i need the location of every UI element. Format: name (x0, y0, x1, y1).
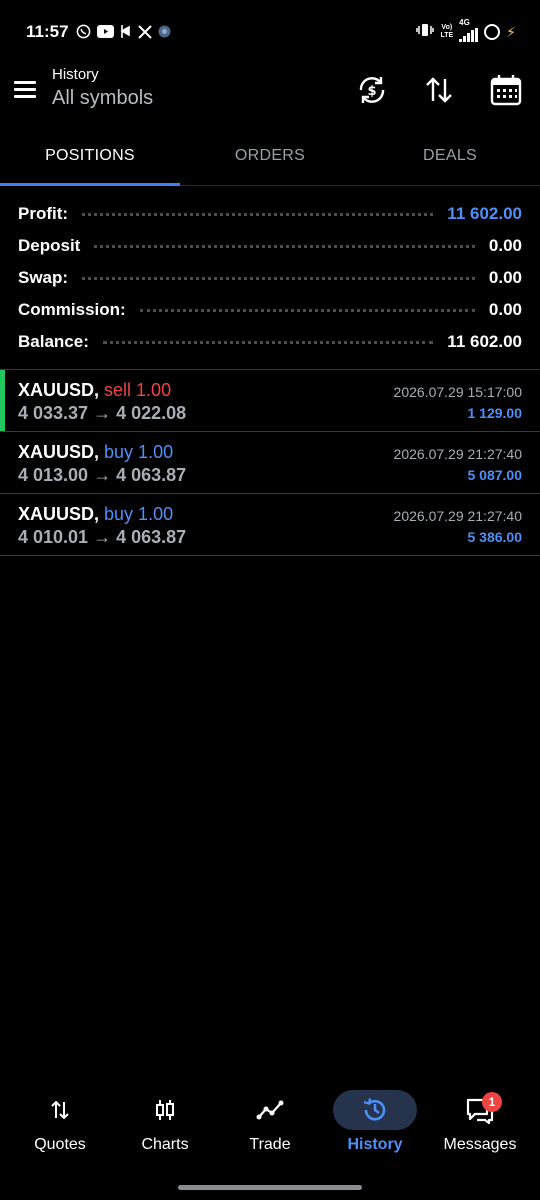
bottom-navigation: Quotes Charts Trade History 1 Messages (0, 1086, 540, 1166)
app-bar: History All symbols $ (0, 64, 540, 120)
nav-history[interactable]: History (321, 1086, 429, 1166)
home-indicator[interactable] (178, 1185, 362, 1190)
nav-trade[interactable]: Trade (216, 1086, 324, 1166)
trend-line-icon (228, 1090, 312, 1130)
status-bar: 11:57 Vo) LTE 4G ⚡ (0, 0, 540, 64)
swap-value: 0.00 (488, 268, 522, 287)
deal-symbol: XAUUSD, (18, 380, 100, 400)
menu-icon[interactable] (12, 76, 40, 104)
status-time: 11:57 (26, 22, 69, 41)
list-item[interactable]: XAUUSD, sell 1.00 4 033.37 → 4 022.08 20… (0, 370, 540, 432)
tab-deals[interactable]: DEALS (360, 128, 540, 186)
deal-side: buy 1.00 (104, 442, 174, 462)
currency-refresh-icon[interactable]: $ (354, 72, 390, 108)
deal-time: 2026.07.29 15:17:00 (393, 384, 522, 400)
candlestick-icon (123, 1090, 207, 1130)
swap-label: Swap: (18, 268, 69, 287)
deal-symbol: XAUUSD, (18, 504, 100, 524)
page-title: History (52, 66, 99, 83)
deal-prices: 4 010.01 → 4 063.87 (18, 527, 187, 547)
messages-badge: 1 (482, 1092, 502, 1112)
commission-value: 0.00 (488, 300, 522, 319)
deal-prices: 4 013.00 → 4 063.87 (18, 465, 187, 485)
list-item[interactable]: XAUUSD, buy 1.00 4 013.00 → 4 063.87 202… (0, 432, 540, 494)
balance-value: 11 602.00 (447, 332, 522, 351)
deposit-label: Deposit (18, 236, 81, 255)
deal-side: sell 1.00 (104, 380, 172, 400)
summary-row-commission: Commission: 0.00 (18, 294, 522, 326)
sort-icon[interactable] (421, 72, 457, 108)
app-small-icon (158, 25, 171, 41)
carrier-label: Vo) LTE (440, 24, 454, 39)
title-block[interactable]: History All symbols (52, 66, 153, 110)
nav-charts[interactable]: Charts (111, 1086, 219, 1166)
deposit-value: 0.00 (488, 236, 522, 255)
tab-bar: POSITIONS ORDERS DEALS (0, 128, 540, 186)
deal-symbol: XAUUSD, (18, 442, 100, 462)
summary-row-balance: Balance: 11 602.00 (18, 326, 522, 358)
tab-positions[interactable]: POSITIONS (0, 128, 180, 186)
tab-orders[interactable]: ORDERS (180, 128, 360, 186)
notification-icons (76, 24, 171, 42)
summary-row-profit: Profit: 11 602.00 (18, 198, 522, 230)
whatsapp-icon (76, 24, 91, 42)
signal-icon: 4G (459, 18, 479, 42)
deal-profit: 5 386.00 (467, 529, 523, 545)
nav-quotes[interactable]: Quotes (6, 1086, 114, 1166)
summary-row-deposit: Deposit 0.00 (18, 230, 522, 262)
tab-indicator (0, 183, 180, 186)
deal-profit: 5 087.00 (467, 467, 523, 483)
account-summary: Profit: 11 602.00 Deposit 0.00 Swap: 0.0… (18, 198, 522, 358)
deal-time: 2026.07.29 21:27:40 (393, 446, 522, 462)
app-icon (120, 24, 132, 42)
x-icon (138, 24, 152, 42)
nav-messages[interactable]: 1 Messages (426, 1086, 534, 1166)
vibrate-icon (416, 23, 435, 42)
profit-value: 11 602.00 (447, 204, 522, 223)
svg-text:$: $ (367, 84, 376, 99)
deal-prices: 4 033.37 → 4 022.08 (18, 403, 187, 423)
system-icons: Vo) LTE 4G ⚡ (416, 18, 516, 42)
deal-profit: 1 129.00 (467, 405, 523, 421)
deal-time: 2026.07.29 21:27:40 (393, 508, 522, 524)
youtube-icon (97, 25, 114, 41)
profit-label: Profit: (18, 204, 69, 223)
positions-list: XAUUSD, sell 1.00 4 033.37 → 4 022.08 20… (0, 369, 540, 556)
battery-ring-icon (484, 24, 501, 40)
deal-side: buy 1.00 (104, 504, 174, 524)
messages-icon (438, 1090, 522, 1130)
calendar-icon[interactable] (488, 72, 524, 108)
quotes-arrows-icon (18, 1090, 102, 1130)
history-clock-icon (333, 1090, 417, 1130)
list-item[interactable]: XAUUSD, buy 1.00 4 010.01 → 4 063.87 202… (0, 494, 540, 556)
symbol-filter[interactable]: All symbols (52, 87, 153, 110)
charging-icon: ⚡ (506, 23, 516, 40)
commission-label: Commission: (18, 300, 126, 319)
summary-row-swap: Swap: 0.00 (18, 262, 522, 294)
balance-label: Balance: (18, 332, 89, 351)
